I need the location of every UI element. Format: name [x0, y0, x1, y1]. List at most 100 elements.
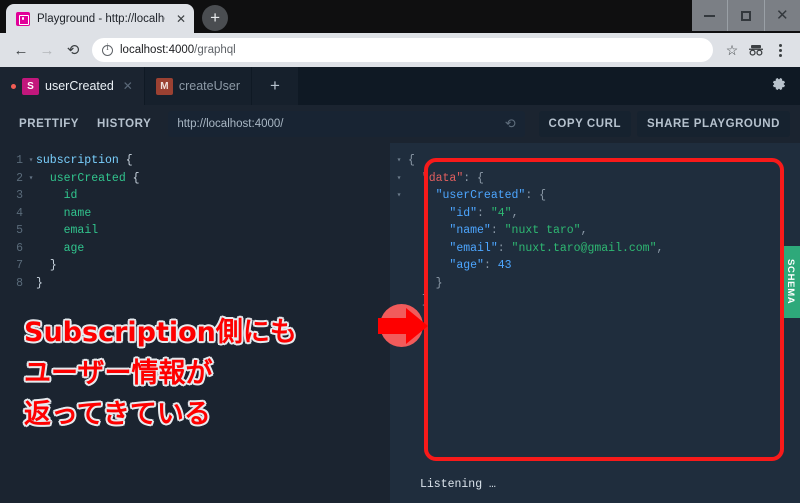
query-line-code: email	[36, 222, 99, 240]
line-number: 7	[16, 259, 23, 272]
query-line: 3 id	[0, 187, 390, 205]
close-icon[interactable]: ✕	[172, 12, 186, 26]
result-line-code: }	[408, 275, 443, 293]
fold-arrow-icon[interactable]: ▾	[390, 187, 408, 205]
query-line-code: name	[36, 205, 92, 223]
fold-arrow-icon[interactable]	[26, 240, 36, 258]
forward-icon[interactable]: →	[34, 37, 60, 63]
json-token: "nuxt taro"	[504, 224, 581, 237]
fold-arrow-icon[interactable]	[26, 205, 36, 223]
result-line-code: "name": "nuxt taro",	[408, 222, 587, 240]
fold-arrow-icon[interactable]: ▾	[390, 170, 408, 188]
gear-icon[interactable]	[771, 76, 787, 96]
endpoint-input[interactable]: http://localhost:4000/ ⟳	[168, 111, 525, 137]
json-token: "name"	[449, 224, 491, 237]
query-line-code: id	[36, 187, 78, 205]
browser-tab-title: Playground - http://localhost:400	[37, 12, 165, 25]
schema-tab-button[interactable]: SCHEMA	[781, 246, 800, 318]
line-number: 4	[16, 206, 23, 220]
new-tab-button[interactable]: +	[202, 5, 229, 31]
fold-arrow-icon[interactable]	[26, 187, 36, 205]
json-token: "nuxt.taro@gmail.com"	[511, 241, 657, 255]
query-editor[interactable]: 1 ▾ subscription {2 ▾ userCreated {3 id 4 na…	[0, 143, 390, 292]
fold-arrow-icon[interactable]: ▾	[26, 170, 36, 188]
json-token: ,	[580, 224, 588, 237]
fold-arrow-icon[interactable]: ▾	[26, 152, 36, 170]
tabbar-spacer	[298, 67, 800, 105]
close-window-button[interactable]: ✕	[763, 0, 800, 31]
reload-icon[interactable]: ⟳	[60, 37, 86, 63]
fold-arrow-icon[interactable]	[390, 240, 408, 258]
three-dot-menu-icon[interactable]	[768, 38, 792, 62]
result-line: }	[390, 310, 800, 328]
result-line-code: "id": "4",	[408, 205, 518, 223]
code-token: }	[36, 276, 43, 290]
json-token: }	[435, 276, 443, 290]
session-tab-usercreated[interactable]: S userCreated ✕	[0, 67, 145, 105]
result-viewer[interactable]: ▾{▾ "data": {▾ "userCreated": { "id": "4…	[390, 143, 800, 327]
add-session-tab-button[interactable]: +	[252, 67, 298, 105]
line-number: 6	[16, 241, 23, 255]
annotation-text: Subscription側にも ユーザー情報が 返ってきている	[24, 317, 297, 430]
history-button[interactable]: HISTORY	[88, 112, 160, 136]
result-line: "id": "4",	[390, 205, 800, 223]
result-line: "age": 43	[390, 257, 800, 275]
subscription-badge-icon: S	[22, 77, 39, 95]
fold-arrow-icon[interactable]	[26, 222, 36, 240]
bookmark-star-icon[interactable]: ☆	[720, 38, 744, 62]
result-line-code: "data": {	[408, 170, 484, 188]
fold-arrow-icon[interactable]	[26, 275, 36, 293]
fold-arrow-icon[interactable]	[390, 257, 408, 275]
fold-arrow-icon[interactable]	[390, 222, 408, 240]
result-pane: ▾{▾ "data": {▾ "userCreated": { "id": "4…	[390, 143, 800, 503]
result-line: }	[390, 292, 800, 310]
code-token: {	[118, 154, 133, 167]
window-controls: ✕	[692, 0, 800, 31]
reload-schema-icon[interactable]: ⟳	[505, 116, 516, 132]
incognito-icon[interactable]	[744, 38, 768, 62]
incognito-glyph	[749, 45, 763, 56]
json-token: "data"	[421, 171, 464, 185]
session-tab-createuser[interactable]: M createUser	[144, 67, 252, 105]
share-playground-button[interactable]: SHARE PLAYGROUND	[637, 111, 790, 137]
annotation-arrow-icon	[378, 308, 428, 344]
minimize-button[interactable]	[692, 0, 727, 31]
result-line: }	[390, 275, 800, 293]
browser-toolbar: ← → ⟳ localhost:4000/graphql ☆	[0, 33, 800, 67]
json-token: "userCreated"	[435, 189, 526, 202]
fold-arrow-icon[interactable]	[390, 205, 408, 223]
code-token: email	[63, 224, 99, 237]
code-token: name	[63, 206, 92, 220]
result-line-code: "userCreated": {	[408, 187, 546, 205]
query-line: 4 name	[0, 205, 390, 223]
browser-tab[interactable]: Playground - http://localhost:400 ✕	[6, 4, 195, 33]
prettify-button[interactable]: PRETTIFY	[10, 112, 88, 136]
result-line-code: "email": "nuxt.taro@gmail.com",	[408, 240, 663, 258]
graphql-playground: S userCreated ✕ M createUser + PRETTIFY	[0, 67, 800, 503]
json-token: : {	[463, 171, 484, 185]
fold-arrow-icon[interactable]	[26, 257, 36, 275]
three-dot-glyph	[778, 43, 782, 57]
json-token: :	[477, 206, 491, 220]
maximize-button[interactable]	[727, 0, 763, 31]
line-number: 8	[16, 276, 23, 290]
result-line-code: "age": 43	[408, 257, 511, 275]
json-token: :	[483, 259, 498, 272]
site-info-icon[interactable]	[102, 42, 113, 56]
close-icon[interactable]: ✕	[123, 79, 133, 93]
json-token: ,	[511, 206, 519, 220]
code-token: userCreated	[49, 171, 126, 185]
back-icon[interactable]: ←	[8, 37, 34, 63]
query-line-code: }	[36, 275, 43, 293]
copy-curl-button[interactable]: COPY CURL	[538, 111, 632, 137]
query-line: 1 ▾ subscription {	[0, 152, 390, 170]
address-bar[interactable]: localhost:4000/graphql	[92, 38, 713, 62]
result-line: ▾{	[390, 152, 800, 170]
fold-arrow-icon[interactable]	[390, 275, 408, 293]
url-path: /graphql	[194, 44, 236, 56]
fold-arrow-icon[interactable]: ▾	[390, 152, 408, 170]
session-tab-label: userCreated	[45, 79, 114, 93]
result-line: "email": "nuxt.taro@gmail.com",	[390, 240, 800, 258]
query-line: 6 age	[0, 240, 390, 258]
result-line: ▾ "data": {	[390, 170, 800, 188]
